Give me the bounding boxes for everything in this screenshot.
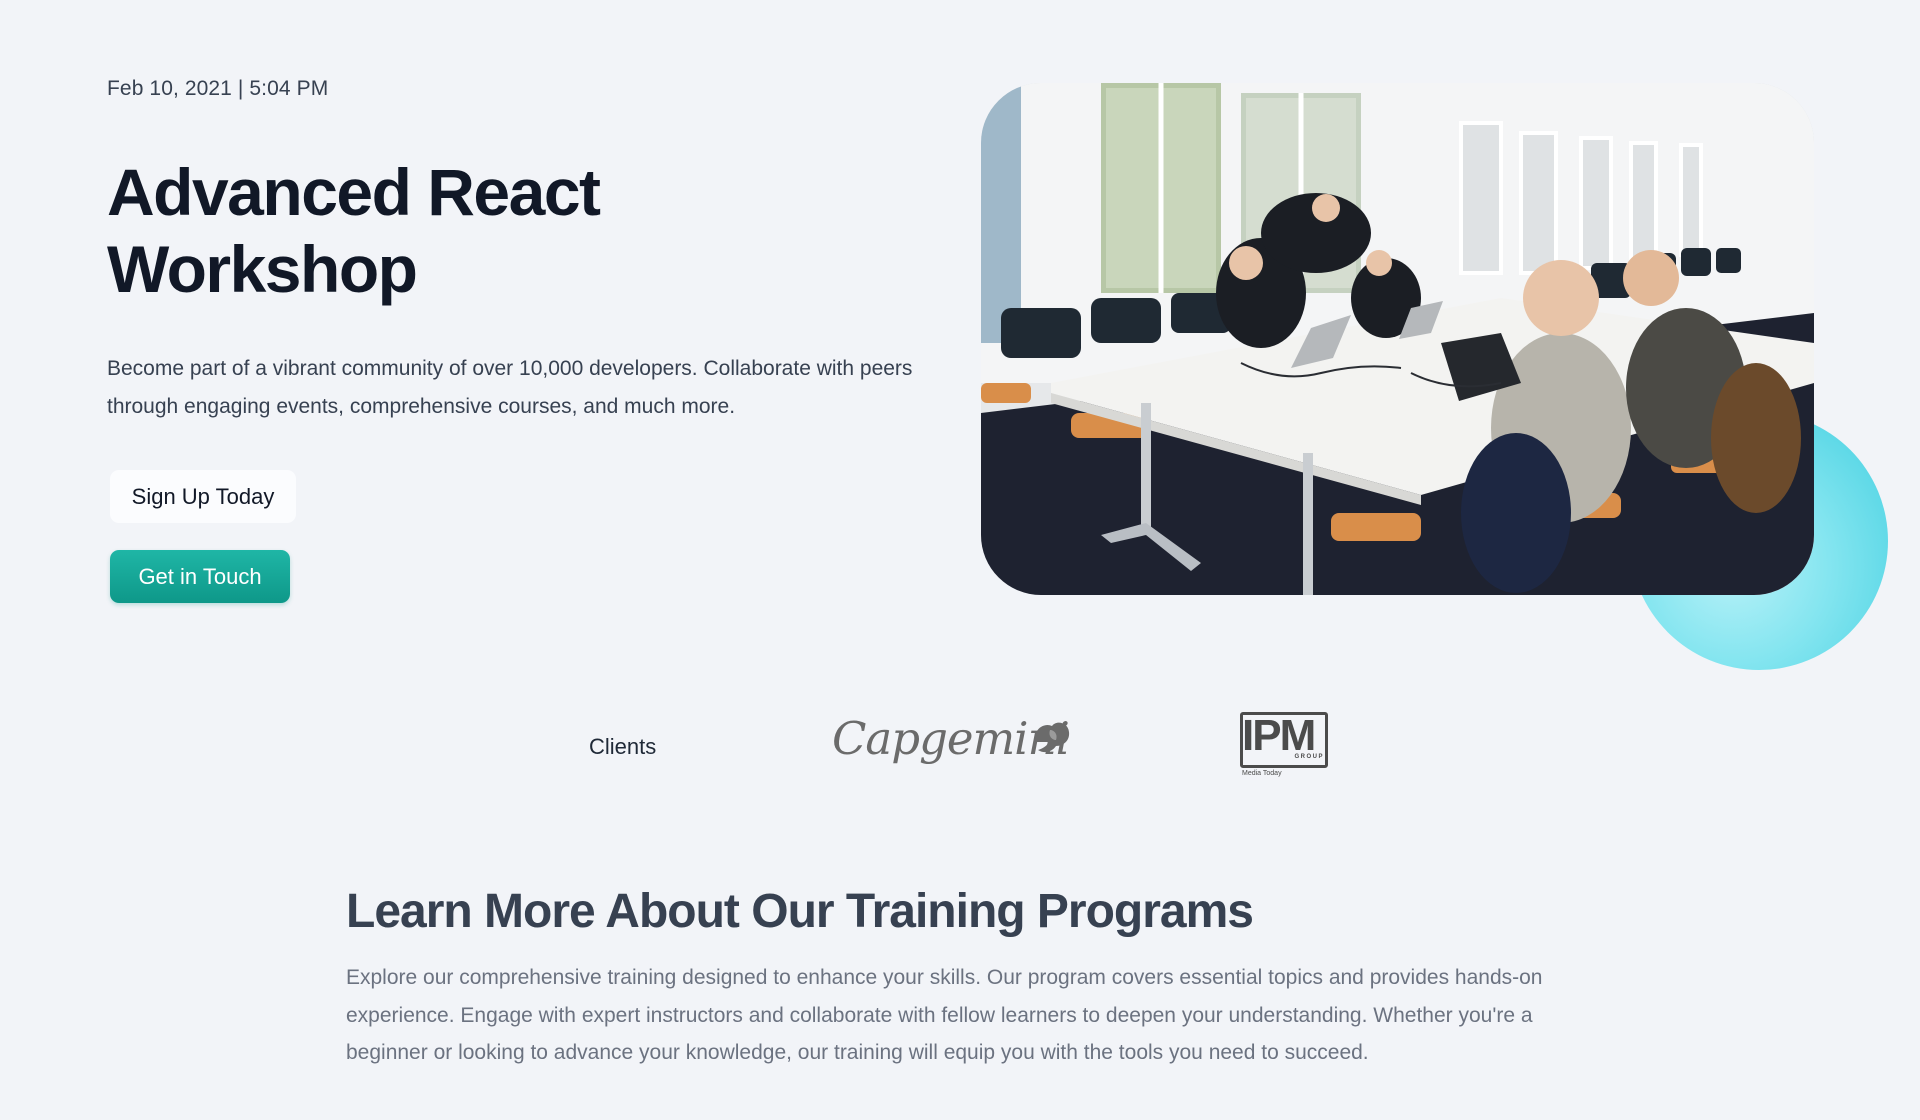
hero-title: Advanced React Workshop bbox=[107, 155, 601, 306]
hero-description: Become part of a vibrant community of ov… bbox=[107, 357, 913, 418]
ipm-logo-group: GROUP bbox=[1294, 754, 1324, 760]
spade-icon bbox=[1030, 718, 1072, 763]
training-section-title: Learn More About Our Training Programs bbox=[346, 885, 1254, 938]
workshop-photo-illustration bbox=[981, 83, 1814, 595]
training-section-description: Explore our comprehensive training desig… bbox=[346, 966, 1543, 1064]
capgemini-logo: Capgemini bbox=[832, 710, 1072, 776]
clients-label: Clients bbox=[589, 734, 657, 759]
ipm-logo-tagline: Media Today bbox=[1242, 770, 1282, 777]
workshop-photo bbox=[981, 83, 1814, 595]
get-in-touch-button[interactable]: Get in Touch bbox=[110, 550, 290, 603]
sign-up-button[interactable]: Sign Up Today bbox=[110, 470, 296, 523]
landing-page: Feb 10, 2021 | 5:04 PM Advanced React Wo… bbox=[0, 0, 1920, 1120]
ipm-group-logo: IPM GROUP Media Today bbox=[1240, 710, 1332, 780]
ipm-logo-text: IPM bbox=[1242, 711, 1316, 760]
event-datetime: Feb 10, 2021 | 5:04 PM bbox=[107, 77, 329, 100]
